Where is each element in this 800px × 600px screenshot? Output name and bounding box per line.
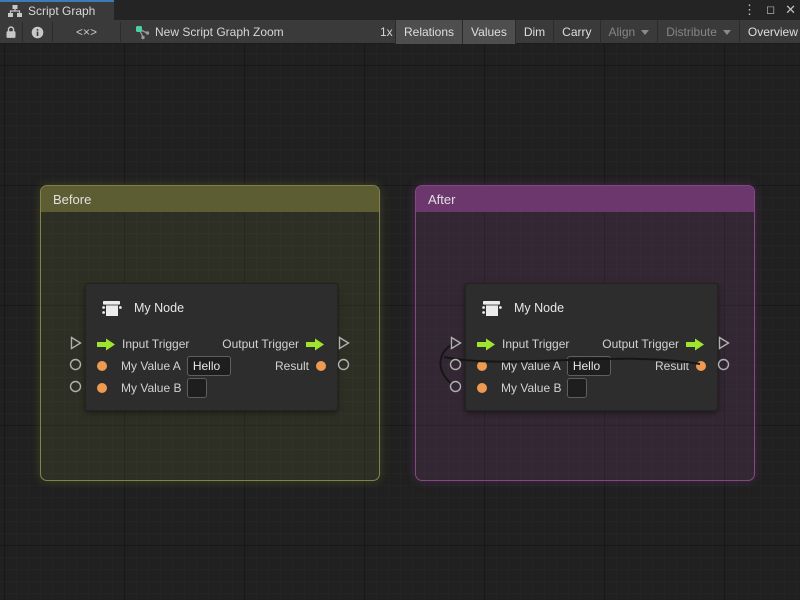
window-menu-icon[interactable]: ⋮ (743, 0, 756, 20)
value-output-port-icon[interactable] (316, 361, 326, 371)
chevron-down-icon (723, 30, 731, 35)
info-button[interactable] (23, 20, 52, 44)
flow-output-port-icon[interactable] (306, 338, 324, 351)
toolbar-right-group: Relations Values Dim Carry Align Distrib… (395, 20, 800, 44)
value-port-outline-icon[interactable] (717, 358, 730, 371)
flow-output-port-icon[interactable] (686, 338, 704, 351)
value-b-input[interactable] (187, 378, 207, 398)
dim-button[interactable]: Dim (515, 20, 553, 44)
unit-node-icon (99, 295, 125, 321)
graph-toolbar: <×> New Script Graph Zoom 1x Relations V… (0, 20, 800, 44)
zoom-label: Zoom (253, 20, 284, 44)
graph-canvas[interactable]: Before After (0, 44, 800, 600)
tab-title: Script Graph (28, 4, 95, 18)
node-title: My Node (514, 301, 564, 315)
value-a-input[interactable] (567, 356, 611, 376)
node-title: My Node (134, 301, 184, 315)
port-label: Result (655, 359, 689, 373)
relations-button[interactable]: Relations (395, 20, 462, 44)
port-label: Output Trigger (602, 337, 679, 351)
port-label: Result (275, 359, 309, 373)
unit-node-icon (479, 295, 505, 321)
group-title: Before (53, 192, 91, 207)
hierarchy-icon (8, 5, 22, 17)
port-label: My Value B (501, 381, 561, 395)
tab-bar: Script Graph ⋮ ◻ ✕ (0, 0, 800, 20)
value-input-port-icon[interactable] (477, 383, 487, 393)
code-icon: <×> (76, 25, 97, 39)
values-button[interactable]: Values (462, 20, 515, 44)
value-port-outline-icon[interactable] (337, 358, 350, 371)
node-my-node-after[interactable]: My Node Input Trigger Output Trigger (465, 283, 718, 411)
align-dropdown[interactable]: Align (600, 20, 658, 44)
script-graph-window: Script Graph ⋮ ◻ ✕ <×> (0, 0, 800, 600)
lock-button[interactable] (0, 20, 22, 44)
value-output-port-icon[interactable] (696, 361, 706, 371)
value-port-outline-icon[interactable] (69, 358, 82, 371)
lock-icon (5, 25, 17, 39)
graph-icon (131, 20, 153, 44)
port-label: My Value B (121, 381, 181, 395)
value-a-input[interactable] (187, 356, 231, 376)
group-title: After (428, 192, 455, 207)
port-label: My Value A (121, 359, 181, 373)
maximize-icon[interactable]: ◻ (766, 0, 775, 20)
flow-input-port-icon[interactable] (477, 338, 495, 351)
flow-input-port-icon[interactable] (97, 338, 115, 351)
value-b-input[interactable] (567, 378, 587, 398)
value-port-outline-icon[interactable] (449, 358, 462, 371)
close-icon[interactable]: ✕ (785, 0, 796, 20)
graph-name-label: New Script Graph (155, 20, 250, 44)
view-source-button[interactable]: <×> (53, 20, 120, 44)
group-before-header[interactable]: Before (41, 186, 379, 212)
flow-port-outline-icon[interactable] (70, 336, 82, 350)
distribute-dropdown[interactable]: Distribute (657, 20, 739, 44)
port-label: My Value A (501, 359, 561, 373)
value-port-outline-icon[interactable] (69, 380, 82, 393)
carry-button[interactable]: Carry (553, 20, 599, 44)
group-after-header[interactable]: After (416, 186, 754, 212)
port-label: Output Trigger (222, 337, 299, 351)
info-icon (31, 26, 44, 39)
value-input-port-icon[interactable] (97, 383, 107, 393)
overview-button[interactable]: Overview (739, 20, 800, 44)
value-port-outline-icon[interactable] (449, 380, 462, 393)
chevron-down-icon (641, 30, 649, 35)
port-label: Input Trigger (502, 337, 569, 351)
port-label: Input Trigger (122, 337, 189, 351)
value-input-port-icon[interactable] (97, 361, 107, 371)
flow-port-outline-icon[interactable] (338, 336, 350, 350)
flow-port-outline-icon[interactable] (450, 336, 462, 350)
flow-port-outline-icon[interactable] (718, 336, 730, 350)
tab-script-graph[interactable]: Script Graph (0, 0, 114, 20)
value-input-port-icon[interactable] (477, 361, 487, 371)
node-my-node-before[interactable]: My Node Input Trigger Output Trigger (85, 283, 338, 411)
zoom-value: 1x (380, 20, 393, 44)
